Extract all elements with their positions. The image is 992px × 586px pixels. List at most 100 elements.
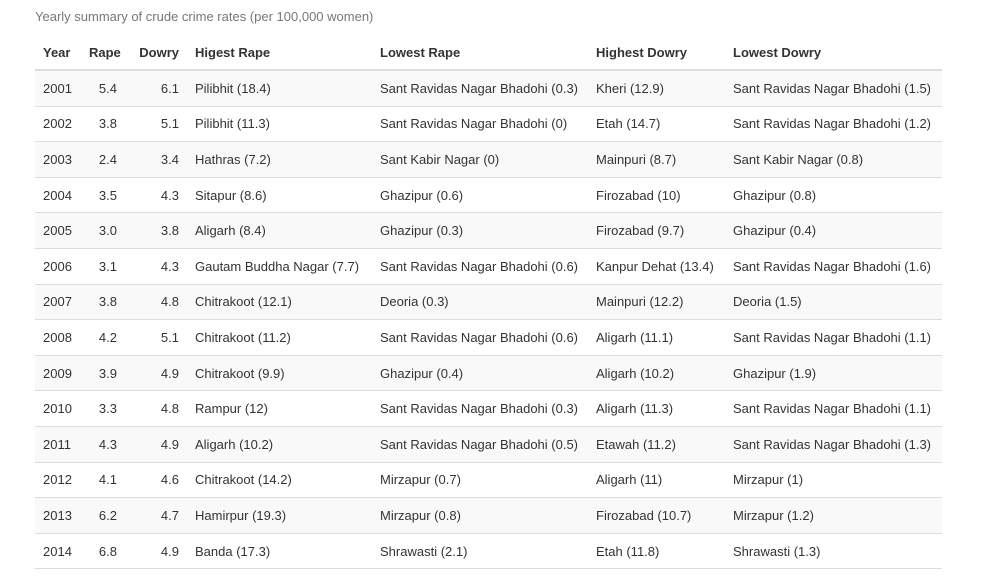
lowest-rape-cell: Sant Ravidas Nagar Bhadohi (0) [372, 105, 588, 142]
crime-summary-table: Year Rape Dowry Higest Rape Lowest Rape Highe… [35, 35, 942, 570]
highest-dowry-header: Highest Dowry [588, 35, 725, 71]
year-cell: 2005 [35, 212, 81, 249]
rape-rate-cell: 3.8 [81, 105, 125, 142]
dowry-rate-cell: 4.8 [125, 283, 187, 320]
table-row: 2008 4.2 5.1 Chitrakoot (11.2) Sant Ravidas … [35, 319, 942, 356]
year-cell: 2009 [35, 354, 81, 391]
highest-rape-cell: Sitapur (8.6) [187, 176, 372, 213]
highest-dowry-cell: Firozabad (10.7) [588, 497, 725, 534]
lowest-rape-cell: Sant Ravidas Nagar Bhadohi (0.6) [372, 247, 588, 285]
highest-dowry-cell: Firozabad (9.7) [588, 212, 725, 249]
highest-dowry-cell: Mainpuri (12.2) [588, 283, 725, 320]
table-row: 2009 3.9 4.9 Chitrakoot (9.9) Ghazipur (0.4)… [35, 354, 942, 391]
dowry-header: Dowry [125, 35, 187, 71]
highest-rape-cell: Aligarh (8.4) [187, 212, 372, 249]
highest-dowry-cell: Aligarh (10.2) [588, 354, 725, 391]
dowry-rate-cell: 4.8 [125, 390, 187, 427]
highest-rape-cell: Aligarh (10.2) [187, 425, 372, 463]
lowest-dowry-cell: Mirzapur (1) [725, 461, 942, 498]
table-row: 2002 3.8 5.1 Pilibhit (11.3) Sant Ravidas Na… [35, 105, 942, 142]
dowry-rate-cell: 4.9 [125, 532, 187, 570]
year-cell: 2013 [35, 497, 81, 534]
rape-rate-cell: 6.8 [81, 532, 125, 570]
year-cell: 2001 [35, 69, 81, 107]
table-row: 2013 6.2 4.7 Hamirpur (19.3) Mirzapur (0.8) F… [35, 497, 942, 534]
table-row: 2004 3.5 4.3 Sitapur (8.6) Ghazipur (0.6) Fir… [35, 176, 942, 213]
lowest-rape-cell: Ghazipur (0.3) [372, 212, 588, 249]
year-cell: 2003 [35, 141, 81, 178]
lowest-dowry-cell: Ghazipur (0.8) [725, 176, 942, 213]
lowest-rape-cell: Deoria (0.3) [372, 283, 588, 320]
rape-rate-cell: 5.4 [81, 69, 125, 107]
rape-rate-cell: 3.5 [81, 176, 125, 213]
lowest-rape-cell: Sant Ravidas Nagar Bhadohi (0.5) [372, 425, 588, 463]
dowry-rate-cell: 5.1 [125, 319, 187, 356]
rape-rate-cell: 3.9 [81, 354, 125, 391]
dowry-rate-cell: 5.1 [125, 105, 187, 142]
year-cell: 2006 [35, 247, 81, 285]
year-cell: 2008 [35, 319, 81, 356]
lowest-dowry-cell: Mirzapur (1.2) [725, 497, 942, 534]
highest-dowry-cell: Etawah (11.2) [588, 425, 725, 463]
lowest-dowry-cell: Sant Ravidas Nagar Bhadohi (1.5) [725, 69, 942, 107]
rape-rate-cell: 4.3 [81, 425, 125, 463]
highest-dowry-cell: Mainpuri (8.7) [588, 141, 725, 178]
year-cell: 2007 [35, 283, 81, 320]
rape-rate-cell: 3.3 [81, 390, 125, 427]
lowest-rape-cell: Mirzapur (0.7) [372, 461, 588, 498]
rape-rate-cell: 3.0 [81, 212, 125, 249]
rape-rate-cell: 4.2 [81, 319, 125, 356]
dowry-rate-cell: 4.9 [125, 354, 187, 391]
lowest-dowry-cell: Deoria (1.5) [725, 283, 942, 320]
rape-header: Rape [81, 35, 125, 71]
highest-rape-cell: Hathras (7.2) [187, 141, 372, 178]
dowry-rate-cell: 4.3 [125, 176, 187, 213]
rape-rate-cell: 3.8 [81, 283, 125, 320]
highest-dowry-cell: Kheri (12.9) [588, 69, 725, 107]
dowry-rate-cell: 3.4 [125, 141, 187, 178]
highest-rape-cell: Pilibhit (18.4) [187, 69, 372, 107]
lowest-dowry-cell: Sant Ravidas Nagar Bhadohi (1.2) [725, 105, 942, 142]
highest-rape-cell: Rampur (12) [187, 390, 372, 427]
lowest-dowry-header: Lowest Dowry [725, 35, 942, 71]
highest-rape-cell: Chitrakoot (9.9) [187, 354, 372, 391]
lowest-rape-cell: Ghazipur (0.4) [372, 354, 588, 391]
year-cell: 2014 [35, 532, 81, 570]
lowest-rape-cell: Sant Ravidas Nagar Bhadohi (0.3) [372, 69, 588, 107]
highest-dowry-cell: Firozabad (10) [588, 176, 725, 213]
lowest-rape-cell: Sant Kabir Nagar (0) [372, 141, 588, 178]
lowest-dowry-cell: Ghazipur (0.4) [725, 212, 942, 249]
lowest-rape-cell: Sant Ravidas Nagar Bhadohi (0.3) [372, 390, 588, 427]
lowest-rape-cell: Sant Ravidas Nagar Bhadohi (0.6) [372, 319, 588, 356]
dowry-rate-cell: 3.8 [125, 212, 187, 249]
table-row: 2007 3.8 4.8 Chitrakoot (12.1) Deoria (0.3) M… [35, 283, 942, 320]
table-header-row: Year Rape Dowry Higest Rape Lowest Rape Highe… [35, 35, 942, 71]
lowest-rape-cell: Mirzapur (0.8) [372, 497, 588, 534]
highest-dowry-cell: Etah (14.7) [588, 105, 725, 142]
year-header: Year [35, 35, 81, 71]
highest-dowry-cell: Aligarh (11.3) [588, 390, 725, 427]
year-cell: 2011 [35, 425, 81, 463]
table-row: 2014 6.8 4.9 Banda (17.3) Shrawasti (2.1) Eta… [35, 532, 942, 570]
highest-rape-cell: Chitrakoot (14.2) [187, 461, 372, 498]
lowest-dowry-cell: Sant Ravidas Nagar Bhadohi (1.1) [725, 319, 942, 356]
highest-rape-cell: Pilibhit (11.3) [187, 105, 372, 142]
table-row: 2010 3.3 4.8 Rampur (12) Sant Ravidas Nagar … [35, 390, 942, 427]
lowest-rape-cell: Ghazipur (0.6) [372, 176, 588, 213]
highest-dowry-cell: Aligarh (11) [588, 461, 725, 498]
highest-dowry-cell: Aligarh (11.1) [588, 319, 725, 356]
dowry-rate-cell: 4.7 [125, 497, 187, 534]
year-cell: 2002 [35, 105, 81, 142]
lowest-rape-header: Lowest Rape [372, 35, 588, 71]
highest-rape-cell: Banda (17.3) [187, 532, 372, 570]
highest-rape-cell: Gautam Buddha Nagar (7.7) [187, 247, 372, 285]
highest-dowry-cell: Etah (11.8) [588, 532, 725, 570]
highest-rape-header: Higest Rape [187, 35, 372, 71]
lowest-dowry-cell: Shrawasti (1.3) [725, 532, 942, 570]
rape-rate-cell: 4.1 [81, 461, 125, 498]
dowry-rate-cell: 4.9 [125, 425, 187, 463]
lowest-dowry-cell: Sant Ravidas Nagar Bhadohi (1.6) [725, 247, 942, 285]
year-cell: 2004 [35, 176, 81, 213]
year-cell: 2010 [35, 390, 81, 427]
highest-rape-cell: Chitrakoot (11.2) [187, 319, 372, 356]
